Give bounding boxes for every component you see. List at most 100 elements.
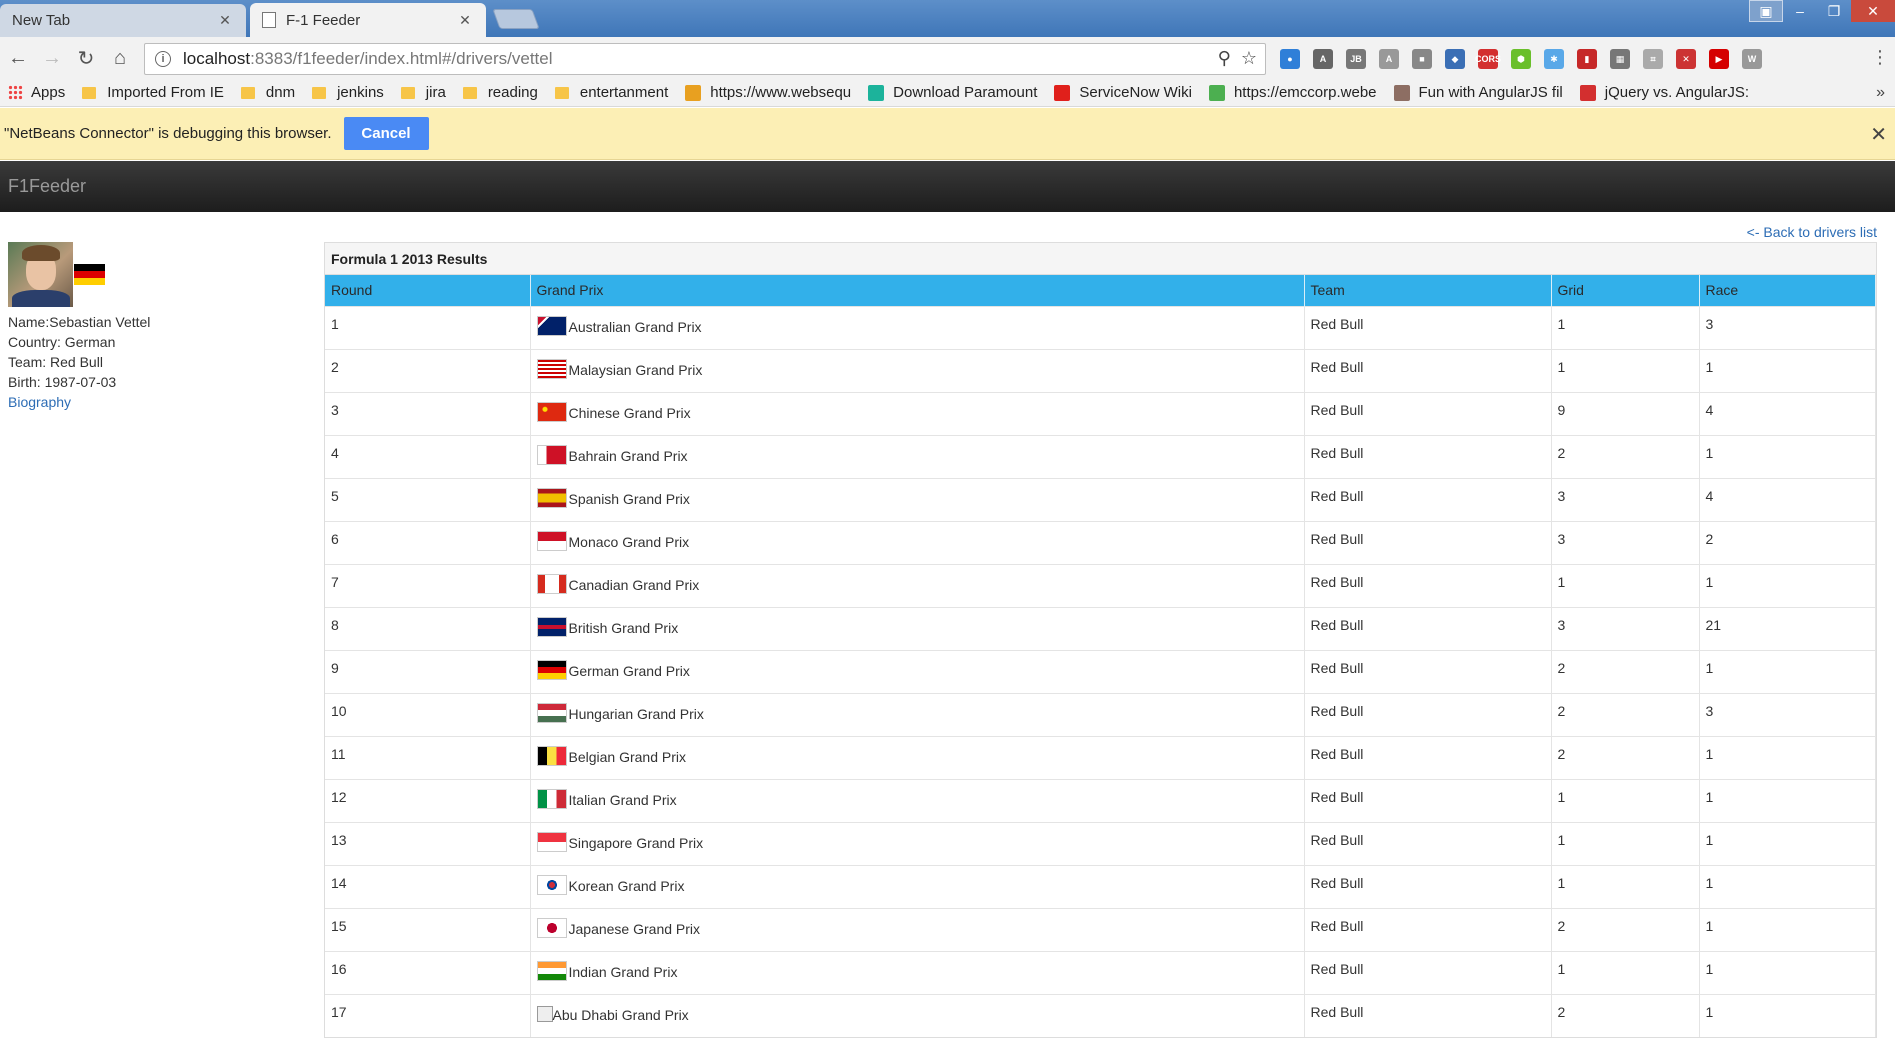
globe-ext-icon[interactable]: ●: [1280, 49, 1300, 69]
race-cell: 21: [1699, 606, 1876, 650]
round-cell: 9: [325, 649, 531, 693]
table-row: 6 Monaco Grand Prix Red Bull 3 2: [325, 520, 1876, 564]
forward-arrow-icon[interactable]: →: [36, 42, 68, 74]
grid-cell: 3: [1551, 477, 1700, 521]
bookmark-item[interactable]: https://emccorp.webe: [1208, 84, 1377, 101]
hex-ext-icon[interactable]: ⬢: [1511, 49, 1531, 69]
play-ext-icon[interactable]: ▶: [1709, 49, 1729, 69]
table-row: 12 Italian Grand Prix Red Bull 1 1: [325, 778, 1876, 822]
bookmark-item[interactable]: Fun with AngularJS fil: [1393, 84, 1563, 101]
browser-menu-icon[interactable]: ⋮: [1871, 47, 1889, 68]
driver-country: Country: German: [8, 334, 116, 350]
bookmark-label: jira: [425, 84, 446, 101]
grand-prix-cell: Japanese Grand Prix: [530, 907, 1305, 951]
restore-icon[interactable]: ❐: [1817, 0, 1851, 22]
round-cell: 12: [325, 778, 531, 822]
site-info-icon[interactable]: i: [155, 51, 171, 67]
cube-ext-icon[interactable]: ◆: [1445, 49, 1465, 69]
bookmark-item[interactable]: jenkins: [312, 84, 384, 101]
debug-infobar: "NetBeans Connector" is debugging this b…: [0, 108, 1895, 160]
tab-new-tab[interactable]: New Tab ✕: [0, 4, 246, 37]
reload-icon[interactable]: ↻: [70, 42, 102, 74]
round-cell: 16: [325, 950, 531, 994]
square-ext-icon[interactable]: ■: [1412, 49, 1432, 69]
round-cell: 1: [325, 305, 531, 349]
biography-link[interactable]: Biography: [8, 392, 308, 412]
bookmark-item[interactable]: ServiceNow Wiki: [1054, 84, 1192, 101]
grid-cell: 2: [1551, 692, 1700, 736]
round-cell: 7: [325, 563, 531, 607]
grid-ext-icon[interactable]: ▦: [1610, 49, 1630, 69]
tab-f1-feeder[interactable]: F-1 Feeder ✕: [250, 3, 486, 37]
favicon-icon: [1054, 84, 1071, 101]
team-cell: Red Bull: [1304, 692, 1552, 736]
bookmark-label: https://emccorp.webe: [1233, 84, 1377, 101]
tab-close-icon[interactable]: ✕: [216, 12, 234, 29]
team-cell: Red Bull: [1304, 563, 1552, 607]
results-panel: Formula 1 2013 Results Round Grand Prix …: [324, 242, 1877, 1038]
table-header-row: Round Grand Prix Team Grid Race: [325, 275, 1876, 306]
team-cell: Red Bull: [1304, 735, 1552, 779]
minimize-icon[interactable]: –: [1783, 0, 1817, 22]
bookmark-item[interactable]: dnm: [240, 84, 295, 101]
jb-ext-icon[interactable]: JB: [1346, 49, 1366, 69]
bookmark-item[interactable]: reading: [462, 84, 538, 101]
cors-ext-icon[interactable]: CORS: [1475, 49, 1501, 69]
app-brand[interactable]: F1Feeder: [8, 176, 86, 197]
table-row: 15 Japanese Grand Prix Red Bull 2 1: [325, 907, 1876, 951]
grand-prix-cell: British Grand Prix: [530, 606, 1305, 650]
bookmark-label: Fun with AngularJS fil: [1418, 84, 1563, 101]
profile-icon[interactable]: ▣: [1749, 0, 1783, 22]
table-row: 10 Hungarian Grand Prix Red Bull 2 3: [325, 692, 1876, 736]
back-arrow-icon[interactable]: ←: [2, 42, 34, 74]
home-icon[interactable]: ⌂: [104, 42, 136, 74]
table-row: 13 Singapore Grand Prix Red Bull 1 1: [325, 821, 1876, 865]
book-ext-icon[interactable]: ▮: [1577, 49, 1597, 69]
gear-ext-icon[interactable]: ✱: [1544, 49, 1564, 69]
bookmark-item[interactable]: https://www.websequ: [685, 84, 851, 101]
bookmarks-overflow-icon[interactable]: »: [1876, 84, 1885, 102]
bookmark-label: Imported From IE: [107, 84, 224, 101]
pdf-ext-icon[interactable]: ⌗: [1643, 49, 1663, 69]
bookmark-item[interactable]: Download Paramount: [868, 84, 1037, 101]
race-cell: 3: [1699, 305, 1876, 349]
grand-prix-cell: Indian Grand Prix: [530, 950, 1305, 994]
zoom-icon[interactable]: ⚲: [1218, 48, 1231, 69]
grand-prix-name: Monaco Grand Prix: [568, 533, 690, 550]
table-row: 4 Bahrain Grand Prix Red Bull 2 1: [325, 434, 1876, 478]
grand-prix-name: Italian Grand Prix: [568, 791, 677, 808]
bookmark-item[interactable]: Imported From IE: [82, 84, 224, 101]
bookmark-item[interactable]: jira: [400, 84, 446, 101]
grid-cell: 1: [1551, 864, 1700, 908]
angular-gray-ext-icon[interactable]: A: [1379, 49, 1399, 69]
bookmark-item[interactable]: jQuery vs. AngularJS:: [1579, 84, 1749, 101]
favicon-icon: [868, 84, 885, 101]
infobar-close-icon[interactable]: ✕: [1870, 122, 1887, 147]
grand-prix-cell: Bahrain Grand Prix: [530, 434, 1305, 478]
race-cell: 1: [1699, 348, 1876, 392]
table-row: 8 British Grand Prix Red Bull 3 21: [325, 606, 1876, 650]
tab-close-icon[interactable]: ✕: [456, 12, 474, 29]
block-ext-icon[interactable]: ✕: [1676, 49, 1696, 69]
grand-prix-cell: Hungarian Grand Prix: [530, 692, 1305, 736]
race-cell: 1: [1699, 649, 1876, 693]
grand-prix-name: Abu Dhabi Grand Prix: [552, 1006, 689, 1023]
address-bar[interactable]: i localhost :8383/f1feeder/index.html#/d…: [144, 43, 1266, 75]
close-window-icon[interactable]: ✕: [1851, 0, 1895, 22]
bookmark-item[interactable]: entertanment: [554, 84, 668, 101]
angular-ext-icon[interactable]: A: [1313, 49, 1333, 69]
bookmark-item[interactable]: Apps: [8, 84, 65, 101]
new-tab-button[interactable]: [492, 9, 540, 29]
infobar-message: "NetBeans Connector" is debugging this b…: [4, 125, 332, 142]
back-to-drivers-link[interactable]: <- Back to drivers list: [1747, 224, 1877, 240]
round-cell: 5: [325, 477, 531, 521]
extensions-bar: ● A JB A ■ ◆ CORS ⬢ ✱ ▮ ▦ ⌗ ✕ ▶ W: [1280, 49, 1762, 69]
team-cell: Red Bull: [1304, 305, 1552, 349]
driver-name: Name:Sebastian Vettel: [8, 314, 151, 330]
cancel-debug-button[interactable]: Cancel: [343, 117, 429, 150]
grid-cell: 3: [1551, 520, 1700, 564]
bookmark-star-icon[interactable]: ☆: [1241, 48, 1257, 69]
table-row: 14 Korean Grand Prix Red Bull 1 1: [325, 864, 1876, 908]
w-ext-icon[interactable]: W: [1742, 49, 1762, 69]
grand-prix-cell: Monaco Grand Prix: [530, 520, 1305, 564]
